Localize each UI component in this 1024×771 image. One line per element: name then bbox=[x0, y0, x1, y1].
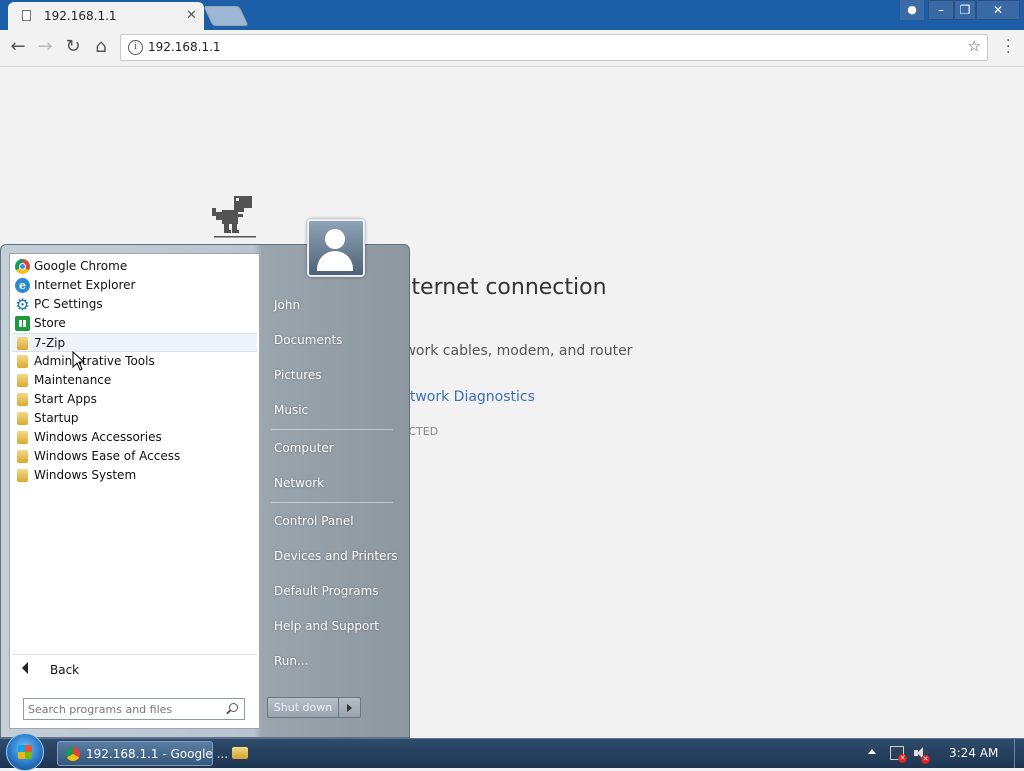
right-pane-control-panel[interactable]: Control Panel bbox=[267, 509, 397, 533]
show-hidden-icons-icon[interactable] bbox=[868, 749, 876, 754]
program-label: Windows Accessories bbox=[34, 430, 162, 444]
windows-logo-icon bbox=[18, 745, 32, 759]
search-input[interactable] bbox=[26, 701, 220, 717]
program-label: Store bbox=[34, 316, 66, 330]
right-pane-run[interactable]: Run... bbox=[267, 649, 397, 673]
folder-icon bbox=[17, 469, 28, 482]
show-desktop-button[interactable] bbox=[1014, 739, 1024, 768]
program-label: Maintenance bbox=[34, 373, 112, 387]
back-label: Back bbox=[50, 663, 80, 677]
program-label: Start Apps bbox=[34, 392, 97, 406]
avatar-body bbox=[317, 251, 353, 271]
address-text[interactable]: 192.168.1.1 bbox=[148, 40, 221, 54]
clock[interactable]: 3:24 AM bbox=[949, 746, 998, 760]
person-icon[interactable]: ● bbox=[900, 0, 924, 20]
folder-icon bbox=[17, 374, 28, 387]
program-item-pc-settings[interactable]: ⚙ PC Settings bbox=[12, 295, 257, 314]
back-triangle-icon bbox=[22, 662, 28, 674]
program-label: Internet Explorer bbox=[34, 278, 136, 292]
program-label: Windows System bbox=[34, 468, 137, 482]
program-item-google-chrome[interactable]: Google Chrome bbox=[12, 257, 257, 276]
start-menu: Google Chrome e Internet Explorer ⚙ PC S… bbox=[0, 219, 410, 738]
home-icon[interactable]: ⌂ bbox=[89, 36, 113, 60]
shutdown-button[interactable]: Shut down bbox=[267, 697, 339, 718]
mouse-cursor-icon bbox=[72, 351, 86, 371]
program-item-start-apps[interactable]: Start Apps bbox=[12, 390, 257, 409]
right-pane-network[interactable]: Network bbox=[267, 471, 397, 495]
search-icon[interactable] bbox=[229, 703, 238, 712]
folder-icon bbox=[17, 337, 28, 350]
folder-icon bbox=[17, 450, 28, 463]
right-pane-devices-and-printers[interactable]: Devices and Printers bbox=[267, 544, 398, 568]
program-label: Startup bbox=[34, 411, 79, 425]
taskbar-chrome-button[interactable]: 192.168.1.1 - Google ... bbox=[57, 741, 228, 766]
program-item-windows-system[interactable]: Windows System bbox=[12, 466, 257, 485]
start-search-box[interactable] bbox=[23, 698, 245, 720]
restore-button[interactable]: ❐ bbox=[954, 0, 976, 20]
minimize-button[interactable]: – bbox=[928, 0, 954, 20]
program-label: Google Chrome bbox=[34, 259, 128, 273]
program-item-windows-ease-of-access[interactable]: Windows Ease of Access bbox=[12, 447, 257, 466]
program-item-windows-accessories[interactable]: Windows Accessories bbox=[12, 428, 257, 447]
taskbar-button-label: 192.168.1.1 - Google ... bbox=[86, 747, 229, 761]
chrome-icon bbox=[15, 259, 30, 274]
chrome-icon bbox=[66, 747, 80, 761]
right-pane-music[interactable]: Music bbox=[267, 398, 397, 422]
browser-tab[interactable]: 192.168.1.1 ✕ bbox=[8, 2, 204, 30]
forward-arrow-icon[interactable]: → bbox=[33, 36, 57, 60]
volume-muted-icon[interactable] bbox=[914, 746, 930, 764]
right-pane-default-programs[interactable]: Default Programs bbox=[267, 579, 397, 603]
shutdown-options-button[interactable] bbox=[339, 697, 361, 718]
close-button[interactable]: ✕ bbox=[976, 0, 1020, 20]
network-disconnected-icon[interactable] bbox=[890, 746, 907, 763]
program-label: Windows Ease of Access bbox=[34, 449, 181, 463]
program-label: 7-Zip bbox=[34, 336, 66, 350]
program-item-store[interactable]: Store bbox=[12, 314, 257, 333]
folder-icon bbox=[17, 431, 28, 444]
start-button[interactable] bbox=[6, 733, 44, 771]
folder-icon bbox=[17, 393, 28, 406]
program-item-startup[interactable]: Startup bbox=[12, 409, 257, 428]
browser-title-bar: 192.168.1.1 ✕ ● – ❐ ✕ bbox=[0, 0, 1024, 30]
info-icon[interactable]: i bbox=[128, 40, 143, 55]
program-item-maintenance[interactable]: Maintenance bbox=[12, 371, 257, 390]
right-pane-help-and-support[interactable]: Help and Support bbox=[267, 614, 397, 638]
store-icon bbox=[15, 316, 30, 331]
folder-icon bbox=[17, 355, 28, 368]
program-item-internet-explorer[interactable]: e Internet Explorer bbox=[12, 276, 257, 295]
dinosaur-icon bbox=[212, 196, 256, 238]
taskbar-explorer-button[interactable] bbox=[226, 741, 254, 766]
separator bbox=[271, 429, 393, 430]
page-icon bbox=[22, 10, 31, 21]
taskbar: 192.168.1.1 - Google ... 3:24 AM bbox=[0, 733, 1024, 771]
new-tab-button[interactable] bbox=[203, 6, 249, 26]
right-pane-computer[interactable]: Computer bbox=[267, 436, 397, 460]
back-button[interactable]: Back bbox=[12, 654, 257, 685]
user-avatar[interactable] bbox=[307, 219, 365, 277]
browser-toolbar: ← → ↻ ⌂ i 192.168.1.1 ☆ · · · bbox=[0, 30, 1024, 67]
back-arrow-icon[interactable]: ← bbox=[6, 36, 30, 60]
program-label: Administrative Tools bbox=[34, 354, 155, 368]
reload-icon[interactable]: ↻ bbox=[61, 36, 85, 60]
avatar-head bbox=[325, 229, 345, 249]
gear-icon: ⚙ bbox=[15, 295, 30, 314]
program-label: PC Settings bbox=[34, 297, 103, 311]
program-item-7-zip[interactable]: 7-Zip bbox=[12, 333, 257, 352]
separator bbox=[271, 502, 393, 503]
menu-icon[interactable]: · · · bbox=[1006, 34, 1010, 60]
bookmark-star-icon[interactable]: ☆ bbox=[968, 37, 981, 55]
folder-icon bbox=[17, 412, 28, 425]
tab-title: 192.168.1.1 bbox=[44, 9, 117, 23]
right-pane-user[interactable]: John bbox=[267, 293, 397, 317]
speaker-cone bbox=[917, 747, 923, 759]
program-item-administrative-tools[interactable]: Administrative Tools bbox=[12, 352, 257, 371]
right-pane-documents[interactable]: Documents bbox=[267, 328, 397, 352]
address-bar[interactable]: i 192.168.1.1 ☆ bbox=[120, 34, 988, 61]
programs-pane: Google Chrome e Internet Explorer ⚙ PC S… bbox=[9, 253, 260, 729]
right-pane-pictures[interactable]: Pictures bbox=[267, 363, 397, 387]
tab-close-icon[interactable]: ✕ bbox=[186, 8, 197, 23]
folder-icon bbox=[232, 747, 248, 759]
ie-icon: e bbox=[15, 278, 30, 293]
